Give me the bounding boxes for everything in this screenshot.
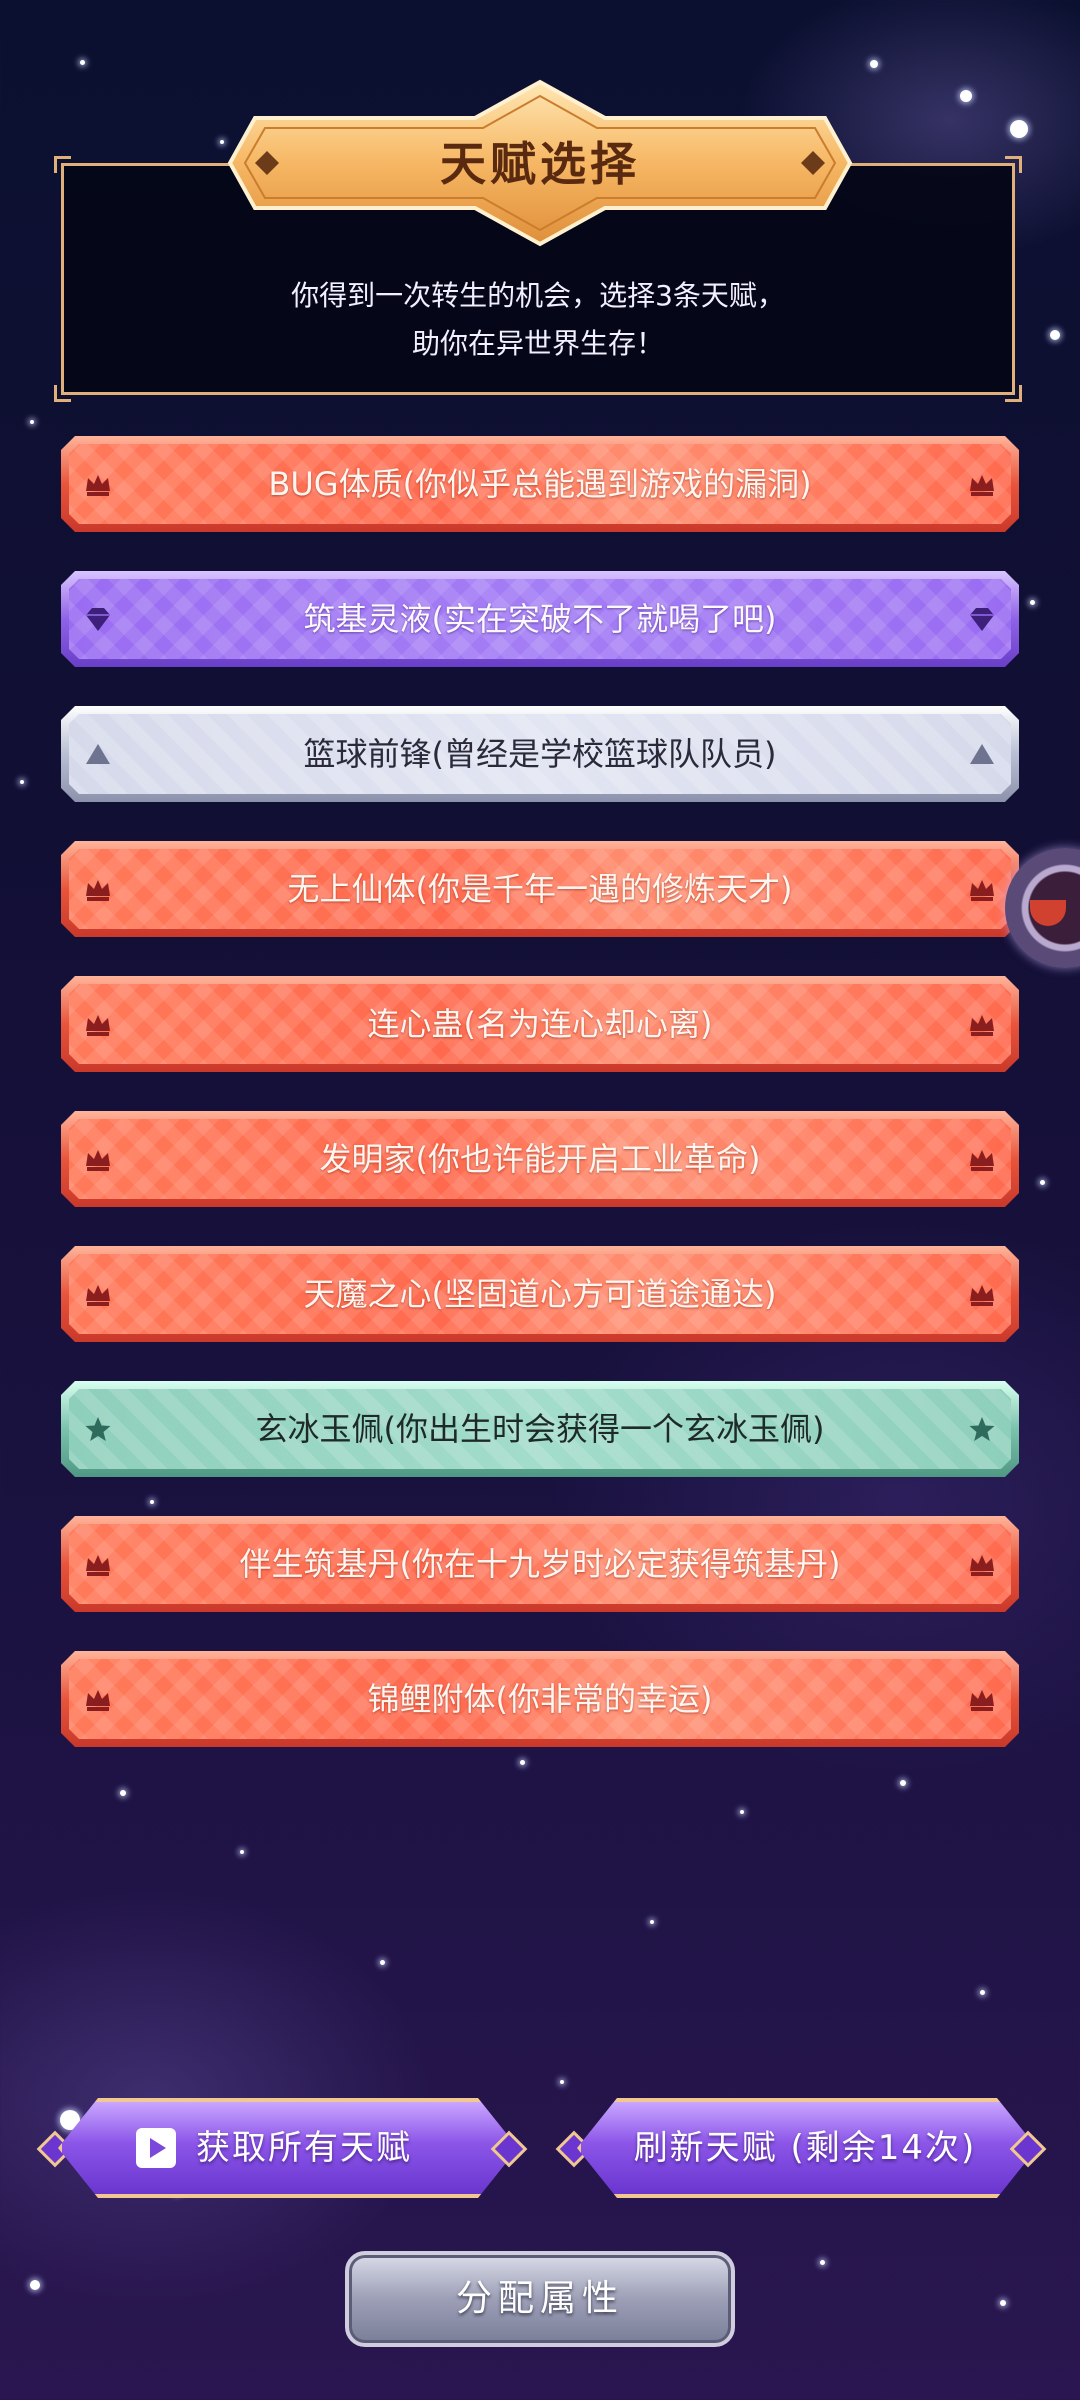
talent-label: 筑基灵液(实在突破不了就喝了吧)	[303, 600, 777, 638]
talent-option[interactable]: 玄冰玉佩(你出生时会获得一个玄冰玉佩)	[61, 1381, 1019, 1477]
talent-option[interactable]: 筑基灵液(实在突破不了就喝了吧)	[61, 571, 1019, 667]
talent-label: 锦鲤附体(你非常的幸运)	[367, 1680, 713, 1718]
talent-option[interactable]: 锦鲤附体(你非常的幸运)	[61, 1651, 1019, 1747]
intro-text: 你得到一次转生的机会，选择3条天赋， 助你在异世界生存！	[61, 272, 1015, 368]
intro-line-2: 助你在异世界生存！	[411, 327, 664, 360]
talent-label: 玄冰玉佩(你出生时会获得一个玄冰玉佩)	[255, 1410, 825, 1448]
refresh-talents-label: 刷新天赋 (剩余14次)	[633, 2128, 977, 2168]
title-plaque: 天赋选择	[225, 78, 855, 248]
allocate-attributes-button[interactable]: 分配属性	[345, 2251, 735, 2347]
talent-option[interactable]: 连心蛊(名为连心却心离)	[61, 976, 1019, 1072]
talent-label: 发明家(你也许能开启工业革命)	[319, 1140, 761, 1178]
talent-option[interactable]: BUG体质(你似乎总能遇到游戏的漏洞)	[61, 436, 1019, 532]
talent-label: 伴生筑基丹(你在十九岁时必定获得筑基丹)	[239, 1545, 841, 1583]
refresh-talents-button[interactable]: 刷新天赋 (剩余14次)	[555, 2098, 1047, 2198]
talent-option[interactable]: 篮球前锋(曾经是学校篮球队队员)	[61, 706, 1019, 802]
page-title: 天赋选择	[440, 137, 640, 191]
intro-line-1: 你得到一次转生的机会，选择3条天赋，	[291, 279, 785, 312]
video-play-icon	[136, 2128, 176, 2168]
talent-label: 连心蛊(名为连心却心离)	[367, 1005, 713, 1043]
talent-label: 无上仙体(你是千年一遇的修炼天才)	[287, 870, 793, 908]
talent-option[interactable]: 伴生筑基丹(你在十九岁时必定获得筑基丹)	[61, 1516, 1019, 1612]
talent-option[interactable]: 无上仙体(你是千年一遇的修炼天才)	[61, 841, 1019, 937]
talent-label: BUG体质(你似乎总能遇到游戏的漏洞)	[268, 465, 812, 503]
talent-option[interactable]: 发明家(你也许能开启工业革命)	[61, 1111, 1019, 1207]
get-all-talents-label: 获取所有天赋	[196, 2128, 412, 2168]
talent-label: 天魔之心(坚固道心方可道途通达)	[303, 1275, 777, 1313]
get-all-talents-button[interactable]: 获取所有天赋	[36, 2098, 528, 2198]
talent-option[interactable]: 天魔之心(坚固道心方可道途通达)	[61, 1246, 1019, 1342]
allocate-attributes-label: 分配属性	[455, 2278, 624, 2319]
talent-label: 篮球前锋(曾经是学校篮球队队员)	[303, 735, 777, 773]
